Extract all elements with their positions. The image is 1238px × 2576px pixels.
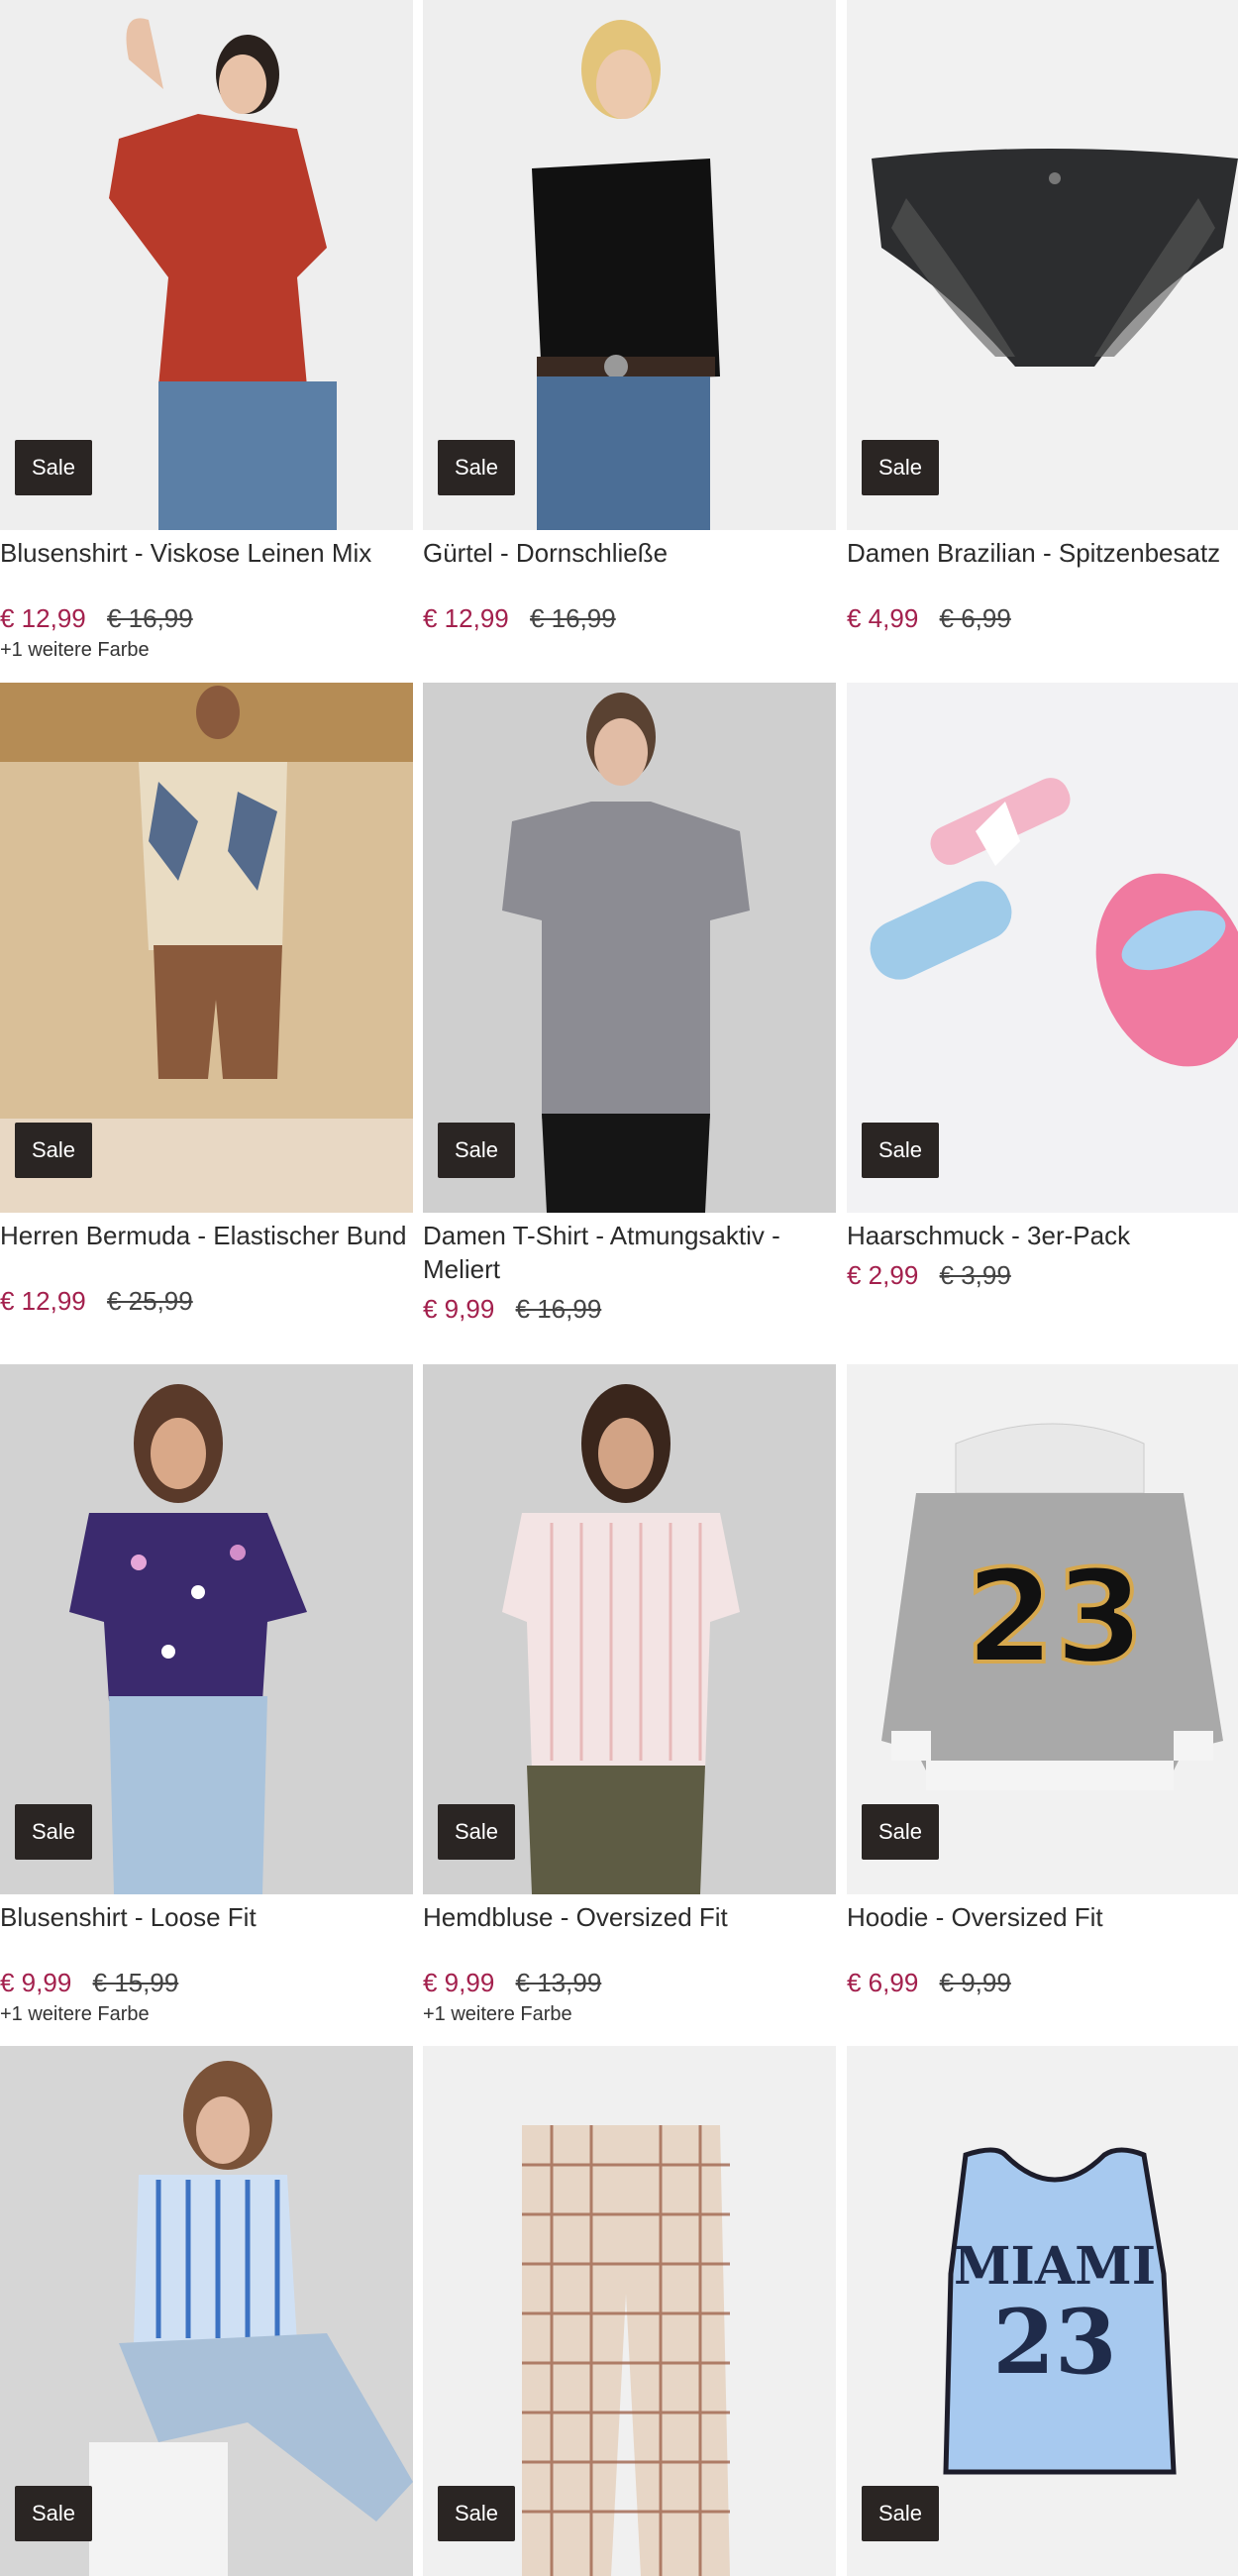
product-title[interactable]: Blusenshirt - Loose Fit (0, 1900, 413, 1934)
original-price: € 15,99 (92, 1968, 179, 1997)
original-price: € 16,99 (529, 603, 616, 633)
product-grid: Sale Blusenshirt - Viskose Leinen Mix € … (0, 0, 1238, 2576)
price-row: € 9,99 € 15,99 (0, 1968, 413, 1997)
sale-price: € 12,99 (423, 603, 509, 633)
sale-price: € 6,99 (847, 1968, 919, 1997)
sale-badge: Sale (438, 1123, 515, 1178)
product-card[interactable]: Sale Blusenshirt - Viskose Leinen Mix € … (0, 0, 413, 662)
product-card[interactable]: MIAMI 23 Sale (847, 2046, 1238, 2576)
sale-price: € 9,99 (0, 1968, 72, 1997)
product-title[interactable]: Gürtel - Dornschließe (423, 536, 836, 570)
sale-badge: Sale (15, 1804, 92, 1860)
price-row: € 4,99 € 6,99 (847, 603, 1238, 633)
product-card[interactable]: Sale Haarschmuck - 3er-Pack € 2,99 € 3,9… (847, 683, 1238, 1296)
product-card[interactable]: Sale Gürtel - Dornschließe € 12,99 € 16,… (423, 0, 836, 639)
product-image[interactable]: 23 Sale (847, 1364, 1238, 1894)
price-row: € 2,99 € 3,99 (847, 1260, 1238, 1290)
price-row: € 6,99 € 9,99 (847, 1968, 1238, 1997)
price-row: € 12,99 € 16,99 (423, 603, 836, 633)
original-price: € 25,99 (106, 1286, 193, 1316)
product-card[interactable]: Sale Herren Bermuda - Elastischer Bund €… (0, 683, 413, 1322)
product-image[interactable]: Sale (0, 683, 413, 1213)
original-price: € 16,99 (106, 603, 193, 633)
sale-badge: Sale (438, 1804, 515, 1860)
price-row: € 12,99 € 16,99 (0, 603, 413, 633)
sale-price: € 9,99 (423, 1968, 495, 1997)
product-image[interactable]: Sale (847, 683, 1238, 1213)
original-price: € 13,99 (515, 1968, 602, 1997)
more-colors-label[interactable]: +1 weitere Farbe (423, 2003, 836, 2026)
product-card[interactable]: Sale Blusenshirt - Loose Fit € 9,99 € 15… (0, 1364, 413, 2026)
price-row: € 9,99 € 16,99 (423, 1294, 836, 1324)
product-image[interactable]: Sale (423, 2046, 836, 2576)
product-card[interactable]: Sale Hemdbluse - Oversized Fit € 9,99 € … (423, 1364, 836, 2026)
product-card[interactable]: Sale (0, 2046, 413, 2576)
product-title[interactable]: Hemdbluse - Oversized Fit (423, 1900, 836, 1934)
product-title[interactable]: Hoodie - Oversized Fit (847, 1900, 1238, 1934)
price-row: € 9,99 € 13,99 (423, 1968, 836, 1997)
product-image[interactable]: Sale (0, 0, 413, 530)
product-card[interactable]: 23 Sale Hoodie - Oversized Fit € 6,99 € … (847, 1364, 1238, 2003)
sale-price: € 2,99 (847, 1260, 919, 1290)
sale-badge: Sale (15, 2486, 92, 2541)
tank-print-line1: MIAMI (954, 2236, 1156, 2297)
sale-badge: Sale (862, 440, 939, 495)
sale-badge: Sale (438, 2486, 515, 2541)
original-price: € 6,99 (939, 603, 1011, 633)
product-image[interactable]: Sale (0, 1364, 413, 1894)
product-image[interactable]: Sale (423, 0, 836, 530)
sale-badge: Sale (438, 440, 515, 495)
original-price: € 9,99 (939, 1968, 1011, 1997)
sale-badge: Sale (862, 1123, 939, 1178)
sale-badge: Sale (15, 440, 92, 495)
hoodie-print-text: 23 (966, 1542, 1145, 1692)
sale-price: € 12,99 (0, 1286, 86, 1316)
more-colors-label[interactable]: +1 weitere Farbe (0, 2003, 413, 2026)
tank-print-line2: 23 (992, 2290, 1116, 2395)
sale-price: € 12,99 (0, 603, 86, 633)
product-title[interactable]: Haarschmuck - 3er-Pack (847, 1219, 1238, 1252)
original-price: € 3,99 (939, 1260, 1011, 1290)
product-image[interactable]: Sale (847, 0, 1238, 530)
product-title[interactable]: Blusenshirt - Viskose Leinen Mix (0, 536, 413, 570)
more-colors-label[interactable]: +1 weitere Farbe (0, 639, 413, 662)
sale-price: € 9,99 (423, 1294, 495, 1324)
sale-price: € 4,99 (847, 603, 919, 633)
original-price: € 16,99 (515, 1294, 602, 1324)
product-title[interactable]: Herren Bermuda - Elastischer Bund (0, 1219, 413, 1252)
product-title[interactable]: Damen Brazilian - Spitzenbesatz (847, 536, 1238, 570)
product-image[interactable]: Sale (423, 683, 836, 1213)
product-image[interactable]: Sale (0, 2046, 413, 2576)
price-row: € 12,99 € 25,99 (0, 1286, 413, 1316)
product-card[interactable]: Sale Damen Brazilian - Spitzenbesatz € 4… (847, 0, 1238, 639)
product-image[interactable]: Sale (423, 1364, 836, 1894)
sale-badge: Sale (15, 1123, 92, 1178)
product-card[interactable]: Sale Damen T-Shirt - Atmungsaktiv - Meli… (423, 683, 836, 1330)
product-card[interactable]: Sale (423, 2046, 836, 2576)
product-title[interactable]: Damen T-Shirt - Atmungsaktiv - Meliert (423, 1219, 836, 1286)
product-image[interactable]: MIAMI 23 Sale (847, 2046, 1238, 2576)
sale-badge: Sale (862, 1804, 939, 1860)
sale-badge: Sale (862, 2486, 939, 2541)
